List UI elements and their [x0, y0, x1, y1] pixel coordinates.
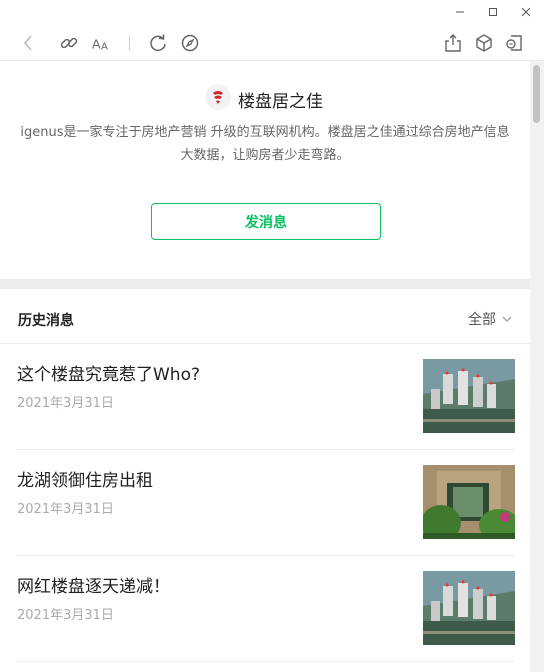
- scrollbar-thumb[interactable]: [533, 65, 540, 123]
- account-logo: [205, 84, 231, 110]
- font-size-icon[interactable]: AA: [90, 32, 112, 54]
- app-window: AA 楼盘居之佳 igenus是一家专注于房地产营销 升级的互联网机构。楼盘居之…: [0, 0, 544, 672]
- filter-label: 全部: [468, 312, 496, 328]
- article-date: 2021年3月31日: [17, 396, 114, 411]
- article-date: 2021年3月31日: [17, 502, 114, 517]
- maximize-icon[interactable]: [485, 4, 501, 20]
- refresh-icon[interactable]: [147, 32, 169, 54]
- article-title[interactable]: 这个楼盘究竟惹了Who?: [17, 360, 200, 385]
- content-area: 楼盘居之佳 igenus是一家专注于房地产营销 升级的互联网机构。楼盘居之佳通过…: [0, 61, 530, 672]
- compass-icon[interactable]: [179, 32, 201, 54]
- article-thumbnail[interactable]: [423, 465, 515, 539]
- article-date: 2021年3月31日: [17, 608, 114, 623]
- toolbar: AA: [0, 26, 544, 61]
- section-divider: [0, 279, 530, 289]
- list-item[interactable]: 这个楼盘究竟惹了Who? 2021年3月31日: [16, 344, 515, 450]
- article-thumbnail[interactable]: [423, 571, 515, 645]
- link-icon[interactable]: [58, 32, 80, 54]
- account-description: igenus是一家专注于房地产营销 升级的互联网机构。楼盘居之佳通过综合房地产信…: [20, 125, 510, 163]
- history-header: 历史消息 全部: [0, 289, 530, 344]
- svg-text:A: A: [92, 36, 101, 51]
- article-title[interactable]: 网红楼盘逐天递减！: [17, 572, 170, 597]
- close-icon[interactable]: [518, 4, 534, 20]
- history-title: 历史消息: [18, 313, 74, 329]
- vertical-scrollbar[interactable]: [530, 61, 544, 672]
- logo-icon: [213, 91, 223, 104]
- send-message-button[interactable]: 发消息: [151, 203, 381, 240]
- article-thumbnail[interactable]: [423, 359, 515, 433]
- svg-text:A: A: [101, 41, 108, 52]
- toolbar-separator: [129, 36, 130, 50]
- list-item[interactable]: 龙湖领御住房出租 2021年3月31日: [16, 450, 515, 556]
- chevron-down-icon: [502, 311, 512, 327]
- box-icon[interactable]: [473, 32, 495, 54]
- account-name: 楼盘居之佳: [238, 92, 323, 112]
- title-bar: [0, 0, 544, 26]
- mini-program-icon[interactable]: [504, 32, 526, 54]
- history-filter-dropdown[interactable]: 全部: [468, 309, 512, 329]
- back-icon[interactable]: [18, 32, 40, 54]
- account-profile: 楼盘居之佳 igenus是一家专注于房地产营销 升级的互联网机构。楼盘居之佳通过…: [0, 61, 530, 279]
- article-title[interactable]: 龙湖领御住房出租: [17, 466, 153, 491]
- share-icon[interactable]: [442, 32, 464, 54]
- minimize-icon[interactable]: [452, 4, 468, 20]
- list-item[interactable]: 网红楼盘逐天递减！ 2021年3月31日: [16, 556, 515, 662]
